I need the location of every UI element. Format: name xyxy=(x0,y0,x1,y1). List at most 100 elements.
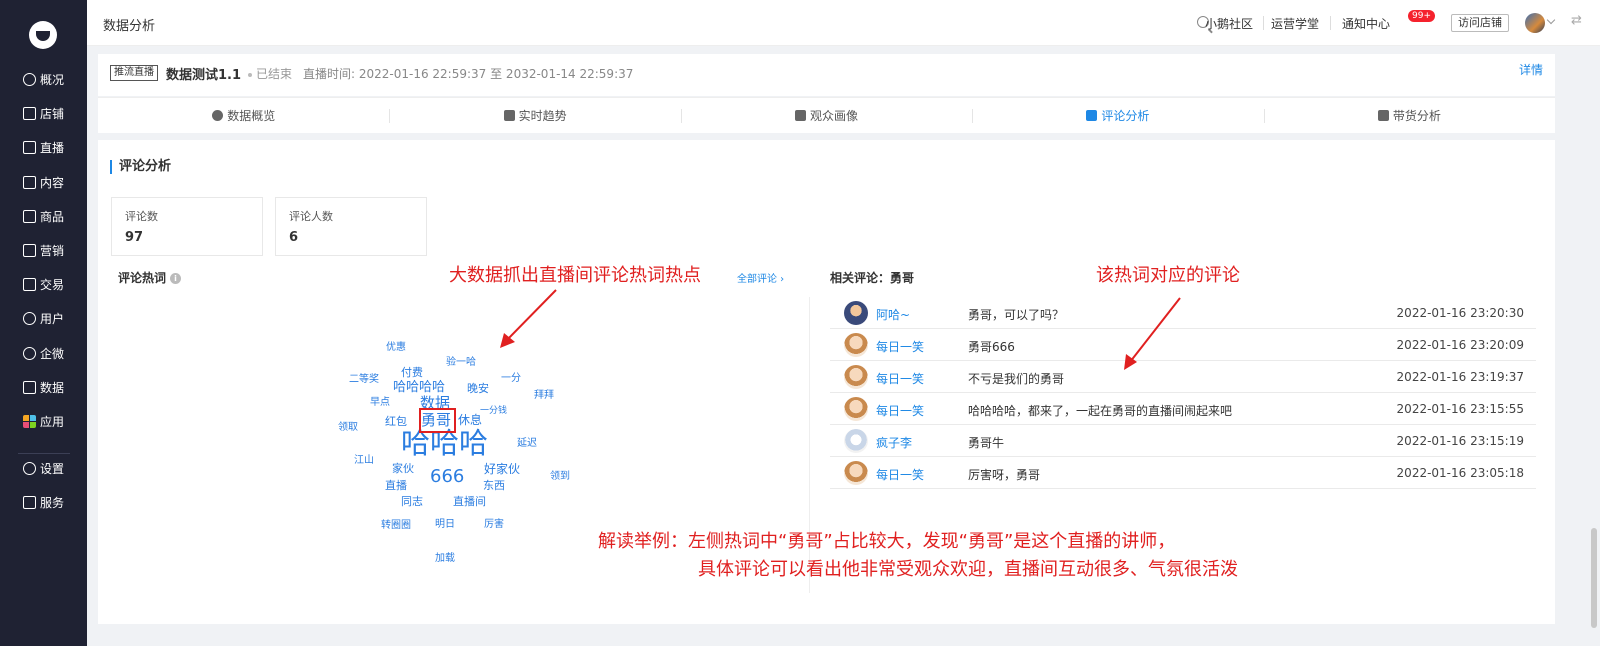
word-cloud-word[interactable]: 一分 xyxy=(501,374,521,384)
word-cloud-word[interactable]: 优惠 xyxy=(386,343,406,353)
sidebar-item-marketing[interactable]: 营销 xyxy=(0,240,87,260)
related-comments-list: 阿哈~ 勇哥，可以了吗？ 2022-01-16 23:20:30 每日一笑 勇哥… xyxy=(830,297,1536,489)
avatar[interactable] xyxy=(1525,13,1545,33)
word-cloud-word[interactable]: 晚安 xyxy=(467,383,489,394)
word-cloud-word[interactable]: 领到 xyxy=(550,472,570,482)
avatar xyxy=(844,301,868,325)
swap-icon[interactable]: ⇄ xyxy=(1571,13,1582,28)
word-cloud-word[interactable]: 666 xyxy=(430,468,464,486)
info-icon[interactable]: i xyxy=(170,273,182,284)
word-cloud-word[interactable]: 一分钱 xyxy=(480,407,507,416)
sidebar-divider xyxy=(18,453,70,454)
sidebar-item-overview[interactable]: 概况 xyxy=(0,69,87,89)
pie-chart-icon xyxy=(212,110,224,121)
word-cloud-word[interactable]: 直播间 xyxy=(453,496,486,507)
comment-text: 勇哥，可以了吗？ xyxy=(968,308,1065,322)
stat-comment-count: 评论数 97 xyxy=(111,197,263,256)
tab-sales-analysis[interactable]: 带货分析 xyxy=(1263,98,1555,133)
sidebar-item-label: 营销 xyxy=(40,243,65,258)
word-cloud-word[interactable]: 转圈圈 xyxy=(381,521,411,531)
word-cloud-word[interactable]: 早点 xyxy=(370,398,390,408)
sidebar: 概况 店铺 直播 内容 商品 营销 交易 用户 企微 数据 应用 设置 服务 xyxy=(0,0,87,646)
header-divider xyxy=(1263,16,1264,30)
comment-user[interactable]: 每日一笑 xyxy=(876,402,924,419)
comment-time: 2022-01-16 23:05:18 xyxy=(1396,466,1524,480)
word-cloud-word[interactable]: 拜拜 xyxy=(534,391,554,401)
comment-text: 勇哥牛 xyxy=(968,436,1005,450)
word-cloud-word[interactable]: 验一哈 xyxy=(446,358,476,368)
tab-comment-analysis[interactable]: 评论分析 xyxy=(972,98,1263,133)
sidebar-item-service[interactable]: 服务 xyxy=(0,492,87,512)
top-header: 数据分析 小鹅社区 运营学堂 通知中心 99+ 访问店铺 ⇄ xyxy=(87,0,1600,46)
word-cloud-word[interactable]: 加载 xyxy=(435,554,455,564)
sidebar-item-label: 用户 xyxy=(40,311,65,326)
comment-icon xyxy=(1086,110,1098,121)
comment-user[interactable]: 每日一笑 xyxy=(876,338,924,355)
related-comments-title: 相关评论：勇哥 xyxy=(830,271,915,285)
sidebar-item-live[interactable]: 直播 xyxy=(0,137,87,157)
word-cloud-word[interactable]: 家伙 xyxy=(392,463,414,474)
sidebar-item-wecom[interactable]: 企微 xyxy=(0,343,87,363)
comment-time: 2022-01-16 23:20:09 xyxy=(1396,338,1524,352)
word-cloud-word[interactable]: 明日 xyxy=(435,520,455,530)
clock-icon xyxy=(23,72,36,86)
comment-user[interactable]: 每日一笑 xyxy=(876,370,924,387)
chart-icon xyxy=(23,380,36,394)
all-comments-link[interactable]: 全部评论 › xyxy=(737,270,784,285)
hot-words-title: 评论热词 i xyxy=(118,269,182,286)
word-cloud-word[interactable]: 东西 xyxy=(483,480,505,491)
word-cloud-word[interactable]: 哈哈哈 xyxy=(401,429,488,458)
sidebar-item-trade[interactable]: 交易 xyxy=(0,274,87,294)
word-cloud-word[interactable]: 厉害 xyxy=(484,520,504,530)
comment-time: 2022-01-16 23:15:19 xyxy=(1396,434,1524,448)
sidebar-item-users[interactable]: 用户 xyxy=(0,308,87,328)
sidebar-item-label: 内容 xyxy=(40,175,65,190)
word-cloud-word[interactable]: 延迟 xyxy=(517,439,537,449)
chevron-down-icon[interactable] xyxy=(1546,15,1556,25)
visit-shop-button[interactable]: 访问店铺 xyxy=(1451,14,1509,32)
tab-label: 观众画像 xyxy=(810,109,859,123)
sidebar-item-label: 服务 xyxy=(40,495,65,510)
sidebar-item-settings[interactable]: 设置 xyxy=(0,458,87,478)
comment-user[interactable]: 阿哈~ xyxy=(876,306,910,323)
sidebar-item-content[interactable]: 内容 xyxy=(0,172,87,192)
tab-label: 评论分析 xyxy=(1101,109,1150,123)
service-icon xyxy=(23,495,36,509)
comment-user[interactable]: 疯子李 xyxy=(876,434,912,451)
user-icon xyxy=(23,311,36,325)
word-cloud-word[interactable]: 付费 xyxy=(401,367,423,378)
header-divider xyxy=(1330,16,1331,30)
notification-link[interactable]: 通知中心 xyxy=(1342,15,1390,32)
word-cloud-word[interactable]: 直播 xyxy=(385,480,407,491)
app-logo[interactable] xyxy=(29,21,57,49)
word-cloud-word[interactable]: 二等奖 xyxy=(349,375,379,385)
comment-text: 不亏是我们的勇哥 xyxy=(968,372,1065,386)
word-cloud-word[interactable]: 好家伙 xyxy=(484,463,520,475)
word-cloud-word[interactable]: 哈哈哈哈 xyxy=(393,381,445,394)
sidebar-item-shop[interactable]: 店铺 xyxy=(0,103,87,123)
detail-link[interactable]: 详情 xyxy=(1519,61,1543,78)
comment-row: 阿哈~ 勇哥，可以了吗？ 2022-01-16 23:20:30 xyxy=(830,297,1536,329)
comment-user[interactable]: 每日一笑 xyxy=(876,466,924,483)
tab-realtime-trend[interactable]: 实时趋势 xyxy=(389,98,680,133)
comment-text: 厉害呀，勇哥 xyxy=(968,468,1041,482)
word-cloud-word[interactable]: 领取 xyxy=(338,423,358,433)
community-link[interactable]: 小鹅社区 xyxy=(1205,15,1253,32)
scrollbar-thumb[interactable] xyxy=(1591,528,1597,628)
sidebar-item-apps[interactable]: 应用 xyxy=(0,411,87,431)
tab-overview[interactable]: 数据概览 xyxy=(98,98,389,133)
sidebar-item-data[interactable]: 数据 xyxy=(0,377,87,397)
tab-audience-profile[interactable]: 观众画像 xyxy=(680,98,972,133)
sidebar-item-goods[interactable]: 商品 xyxy=(0,206,87,226)
word-cloud-word[interactable]: 同志 xyxy=(401,496,423,507)
comment-row: 每日一笑 哈哈哈哈，都来了，一起在勇哥的直播间闹起来吧 2022-01-16 2… xyxy=(830,393,1536,425)
sidebar-item-label: 交易 xyxy=(40,277,65,292)
word-cloud-word[interactable]: 江山 xyxy=(354,456,374,466)
word-cloud-word[interactable]: 休息 xyxy=(458,414,482,426)
academy-link[interactable]: 运营学堂 xyxy=(1271,15,1319,32)
comment-time: 2022-01-16 23:20:30 xyxy=(1396,306,1524,320)
annotation-explain-line1: 解读举例：左侧热词中“勇哥”占比较大，发现“勇哥”是这个直播的讲师， xyxy=(598,531,1176,552)
notification-badge: 99+ xyxy=(1408,10,1435,22)
sidebar-item-label: 设置 xyxy=(40,461,65,476)
trade-icon xyxy=(23,277,36,291)
